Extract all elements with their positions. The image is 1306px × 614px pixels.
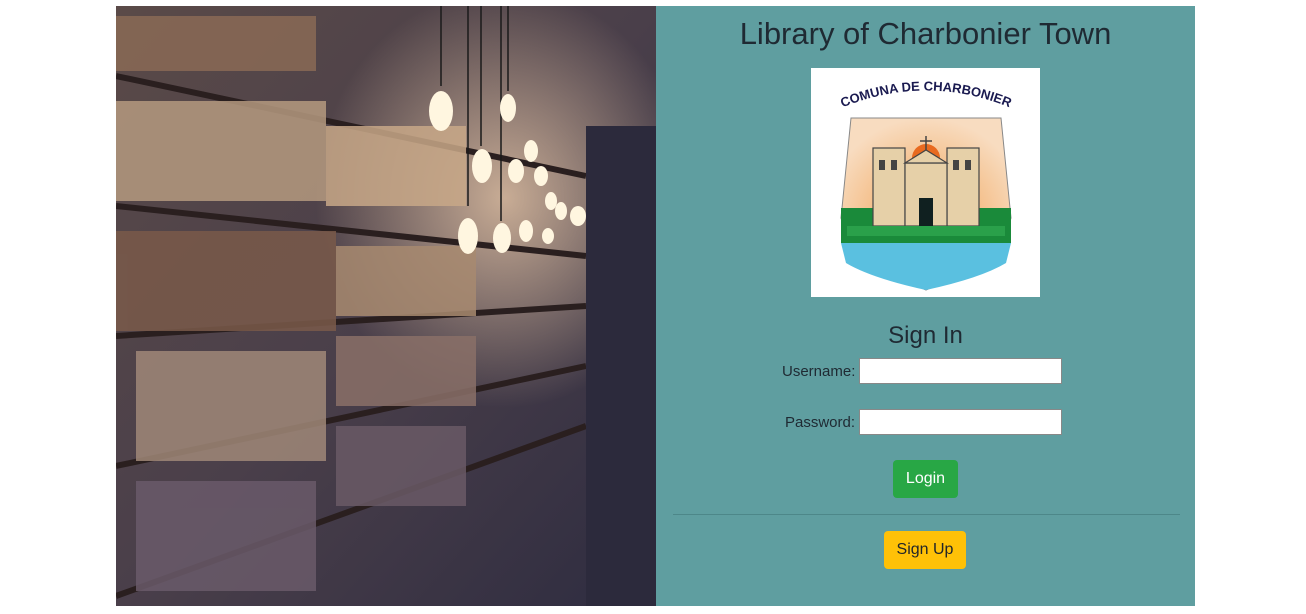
username-row: Username: [782,358,1063,384]
password-input[interactable] [859,409,1063,435]
login-button[interactable]: Login [893,460,958,498]
library-bookshelf-image [116,6,656,606]
svg-text:COMUNA DE CHARBONIER: COMUNA DE CHARBONIER [838,78,1014,110]
username-input[interactable] [859,358,1063,384]
password-label: Password: [785,413,856,431]
sign-up-button[interactable]: Sign Up [884,531,966,569]
divider [673,514,1180,515]
password-row: Password: [785,409,1063,435]
username-label: Username: [782,362,856,380]
sign-in-heading: Sign In [888,322,963,349]
town-crest-logo: COMUNA DE CHARBONIER [811,68,1040,297]
logo-text: COMUNA DE CHARBONIER [838,78,1014,110]
login-page: Library of Charbonier Town COMUNA DE CHA… [116,6,1195,606]
page-title: Library of Charbonier Town [739,16,1112,51]
sign-in-panel: Library of Charbonier Town COMUNA DE CHA… [656,6,1195,606]
